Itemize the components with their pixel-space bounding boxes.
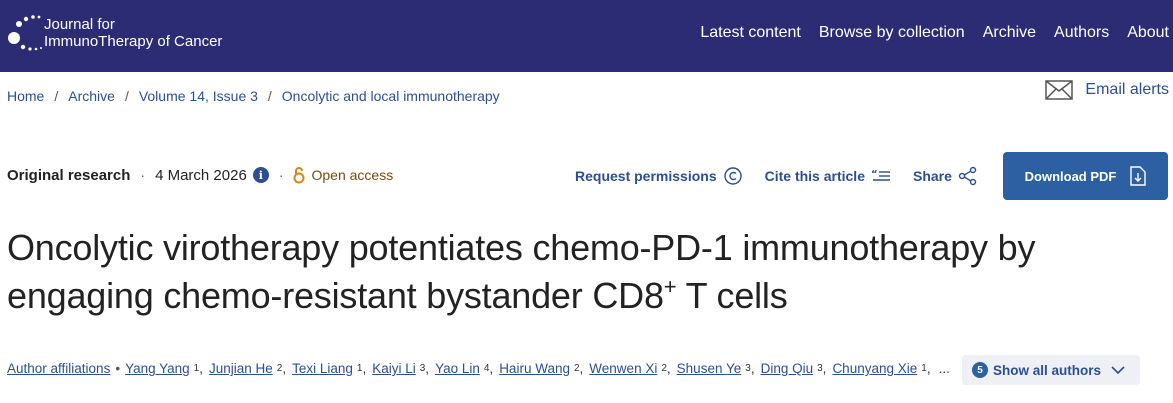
- nav-about[interactable]: About: [1127, 24, 1169, 42]
- open-access-badge: Open access: [293, 166, 393, 184]
- envelope-icon: [1045, 80, 1074, 100]
- article-title-superscript: +: [663, 274, 677, 299]
- nav-authors[interactable]: Authors: [1054, 24, 1109, 42]
- email-alerts-label: Email alerts: [1085, 81, 1169, 98]
- svg-text:“: “: [871, 169, 878, 180]
- author-count-badge: 5: [972, 362, 988, 378]
- meta-separator: ·: [140, 167, 146, 183]
- author-comma: ,: [666, 361, 671, 376]
- open-lock-icon: [293, 167, 305, 184]
- journal-name-line2: ImmunoTherapy of Cancer: [44, 33, 223, 50]
- author-name[interactable]: Yao Lin: [435, 361, 480, 376]
- site-header: Journal for ImmunoTherapy of Cancer Late…: [0, 0, 1173, 72]
- download-file-icon: [1130, 166, 1147, 186]
- author-name[interactable]: Junjian He: [209, 361, 273, 376]
- email-alerts-link[interactable]: Email alerts: [1045, 80, 1169, 100]
- download-pdf-label: Download PDF: [1024, 168, 1117, 184]
- author-comma: ,: [282, 361, 287, 376]
- chevron-down-icon: [1111, 366, 1125, 375]
- cite-article-label: Cite this article: [764, 168, 865, 184]
- nav-browse-by-collection[interactable]: Browse by collection: [819, 24, 965, 42]
- breadcrumb: Home / Archive / Volume 14, Issue 3 / On…: [7, 88, 500, 104]
- show-all-authors-label: Show all authors: [993, 362, 1102, 378]
- author-affiliations-link[interactable]: Author affiliations: [7, 361, 110, 376]
- author-comma: ,: [489, 361, 494, 376]
- share-label: Share: [912, 168, 952, 184]
- open-access-label: Open access: [311, 167, 394, 183]
- meta-separator: ·: [278, 167, 284, 183]
- author-comma: ,: [579, 361, 584, 376]
- article-type: Original research: [7, 166, 131, 184]
- breadcrumb-volume[interactable]: Volume 14, Issue 3: [139, 88, 258, 104]
- request-permissions-button[interactable]: Request permissions: [575, 166, 743, 186]
- author-ellipsis: ...: [938, 361, 950, 376]
- author-name[interactable]: Wenwen Xi: [589, 361, 657, 376]
- main-nav: Latest content Browse by collection Arch…: [700, 24, 1173, 42]
- author-name[interactable]: Hairu Wang: [499, 361, 570, 376]
- request-permissions-label: Request permissions: [575, 168, 717, 184]
- journal-name-line1: Journal for: [44, 16, 115, 33]
- article-title: Oncolytic virotherapy potentiates chemo-…: [7, 224, 1167, 320]
- download-pdf-button[interactable]: Download PDF: [1003, 152, 1168, 200]
- breadcrumb-archive[interactable]: Archive: [68, 88, 115, 104]
- info-icon[interactable]: i: [252, 167, 269, 183]
- journal-name[interactable]: Journal for ImmunoTherapy of Cancer: [44, 16, 222, 50]
- author-name[interactable]: Texi Liang: [292, 361, 353, 376]
- author-name[interactable]: Ding Qiu: [761, 361, 814, 376]
- breadcrumb-separator: /: [124, 88, 129, 104]
- publication-date: 4 March 2026: [155, 166, 247, 184]
- breadcrumb-separator: /: [54, 88, 59, 104]
- article-title-line2-end: T cells: [676, 275, 788, 316]
- author-comma: ,: [199, 361, 203, 376]
- author-comma: ,: [362, 361, 367, 376]
- article-actions: Request permissions Cite this article “ …: [575, 166, 1000, 186]
- nav-latest-content[interactable]: Latest content: [700, 24, 801, 42]
- show-all-authors-button[interactable]: 5 Show all authors: [962, 355, 1140, 385]
- author-name[interactable]: Kaiyi Li: [372, 361, 416, 376]
- author-comma: ,: [926, 361, 931, 376]
- author-list: Author affiliations • Yang Yang 1, Junjia…: [7, 361, 950, 376]
- journal-logo-icon[interactable]: [6, 12, 42, 52]
- share-icon: [958, 166, 977, 186]
- article-meta: Original research · 4 March 2026 i · Ope…: [7, 166, 393, 184]
- copyright-icon: [723, 167, 742, 185]
- article-title-line2: engaging chemo-resistant bystander CD8: [7, 275, 664, 316]
- author-name[interactable]: Shusen Ye: [677, 361, 742, 376]
- share-button[interactable]: Share: [913, 166, 978, 186]
- article-title-line1: Oncolytic virotherapy potentiates chemo-…: [7, 227, 1036, 268]
- nav-archive[interactable]: Archive: [983, 24, 1036, 42]
- author-comma: ,: [822, 361, 827, 376]
- breadcrumb-section[interactable]: Oncolytic and local immunotherapy: [282, 88, 500, 104]
- breadcrumb-home[interactable]: Home: [7, 88, 44, 104]
- quote-list-icon: “: [871, 169, 890, 181]
- breadcrumb-separator: /: [267, 88, 272, 104]
- author-separator: •: [115, 361, 121, 376]
- author-name[interactable]: Yang Yang: [125, 361, 190, 376]
- cite-article-button[interactable]: Cite this article “: [765, 168, 891, 184]
- author-comma: ,: [425, 361, 430, 376]
- author-comma: ,: [750, 361, 755, 376]
- author-name[interactable]: Chunyang Xie: [832, 361, 917, 376]
